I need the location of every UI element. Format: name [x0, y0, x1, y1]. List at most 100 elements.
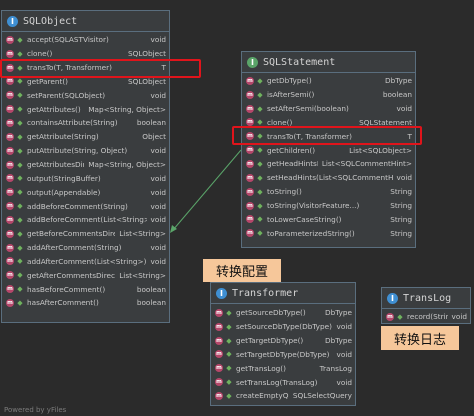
class-title: TransLog: [403, 292, 452, 304]
method-name: getBeforeCommentsDirect(): [27, 229, 116, 239]
sqlobject-header: I SQLObject: [2, 11, 169, 32]
public-visibility-icon: ◆: [226, 322, 232, 331]
method-row[interactable]: m ◆ getAttributes() Map<String, Object>: [2, 102, 169, 116]
method-row[interactable]: m ◆ setTargetDbType(DbType) void: [211, 348, 355, 362]
method-name: setParent(SQLObject): [27, 90, 106, 100]
interface-icon: I: [7, 15, 18, 27]
method-icon: m: [6, 202, 14, 211]
method-row[interactable]: m ◆ setTransLog(TransLog) void: [211, 375, 355, 389]
method-row[interactable]: m ◆ toParameterizedString() String: [242, 226, 415, 240]
method-row[interactable]: m ◆ addBeforeComment(String) void: [2, 199, 169, 213]
method-return-type: void: [150, 35, 166, 45]
transformer-class[interactable]: I Transformer m ◆ getSourceDbType() DbType m…: [210, 282, 356, 406]
method-return-type: void: [150, 215, 166, 225]
method-return-type: boolean: [382, 90, 412, 100]
method-icon: m: [246, 201, 254, 210]
public-visibility-icon: ◆: [226, 391, 232, 400]
method-return-type: void: [150, 243, 166, 253]
method-row[interactable]: m ◆ getAttribute(String) Object: [2, 130, 169, 144]
method-name: setAfterSemi(boolean): [267, 104, 349, 114]
method-name: getDbType(): [267, 76, 312, 86]
method-row[interactable]: m ◆ accept(SQLASTVisitor) void: [2, 33, 169, 47]
method-return-type: List<SQLObject>: [349, 145, 412, 155]
method-icon: m: [215, 336, 223, 345]
method-return-type: List<String>: [119, 229, 166, 239]
method-icon: m: [246, 90, 254, 99]
method-name: createEmptyQuery(): [236, 391, 289, 401]
method-row[interactable]: m ◆ output(StringBuffer) void: [2, 171, 169, 185]
method-row[interactable]: m ◆ setAfterSemi(boolean) void: [242, 102, 415, 116]
public-visibility-icon: ◆: [257, 187, 263, 196]
method-icon: m: [6, 160, 14, 169]
method-row[interactable]: m ◆ getTargetDbType() DbType: [211, 334, 355, 348]
public-visibility-icon: ◆: [17, 229, 23, 238]
public-visibility-icon: ◆: [17, 271, 23, 280]
method-row[interactable]: m ◆ getSourceDbType() DbType: [211, 306, 355, 320]
translog-class[interactable]: I TransLog m◆ record(String)void: [381, 287, 471, 324]
method-name: getAttributesDirect(): [27, 160, 84, 170]
public-visibility-icon: ◆: [17, 257, 23, 266]
method-icon: m: [246, 159, 254, 168]
method-row[interactable]: m ◆ addBeforeComment(List<String>) void: [2, 213, 169, 227]
class-title: SQLObject: [23, 15, 78, 27]
public-visibility-icon: ◆: [226, 308, 232, 317]
method-name: getHeadHintsDirect(): [267, 159, 318, 169]
method-row[interactable]: m ◆ getChildren() List<SQLObject>: [242, 143, 415, 157]
method-return-type: SQLSelectQuery: [292, 391, 352, 401]
sqlstatement-class[interactable]: I SQLStatement m ◆ getDbType() DbType m ◆ isAf…: [241, 51, 416, 248]
public-visibility-icon: ◆: [17, 243, 23, 252]
method-icon: m: [6, 229, 14, 238]
method-name: toString(): [267, 187, 302, 197]
highlight-sqlobject-transto: [0, 59, 201, 78]
method-name: setHeadHints(List<SQLCommentHint>): [267, 173, 393, 183]
method-return-type: String: [390, 214, 412, 224]
method-icon: m: [6, 174, 14, 183]
method-icon: m: [6, 188, 14, 197]
method-icon: m: [6, 298, 14, 307]
method-row[interactable]: m◆ record(String)void: [382, 310, 470, 324]
method-row[interactable]: m◆ createEmptyQuery()SQLSelectQuery: [211, 389, 355, 403]
method-row[interactable]: m ◆ getDbType() DbType: [242, 74, 415, 88]
method-return-type: void: [396, 104, 412, 114]
method-row[interactable]: m ◆ getTransLog() TransLog: [211, 361, 355, 375]
method-row[interactable]: m ◆ hasBeforeComment() boolean: [2, 282, 169, 296]
method-row[interactable]: m ◆ isAfterSemi() boolean: [242, 88, 415, 102]
method-name: addBeforeComment(List<String>): [27, 215, 147, 225]
method-name: getChildren(): [267, 145, 316, 155]
method-return-type: SQLObject: [128, 76, 166, 86]
public-visibility-icon: ◆: [257, 90, 263, 99]
method-row[interactable]: m ◆ toLowerCaseString() String: [242, 212, 415, 226]
method-return-type: boolean: [136, 118, 166, 128]
method-row[interactable]: m ◆ putAttribute(String, Object) void: [2, 144, 169, 158]
public-visibility-icon: ◆: [257, 201, 263, 210]
public-visibility-icon: ◆: [17, 49, 23, 58]
method-row[interactable]: m ◆ getAfterCommentsDirect() List<String>: [2, 268, 169, 282]
sqlobject-class[interactable]: I SQLObject m ◆ accept(SQLASTVisitor) void m…: [1, 10, 170, 323]
method-icon: m: [6, 132, 14, 141]
method-row[interactable]: m◆ getHeadHintsDirect()List<SQLCommentHin…: [242, 157, 415, 171]
method-icon: m: [6, 271, 14, 280]
method-name: addBeforeComment(String): [27, 201, 128, 211]
method-row[interactable]: m ◆ setSourceDbType(DbType) void: [211, 320, 355, 334]
method-row[interactable]: m◆ setHeadHints(List<SQLCommentHint>)void: [242, 171, 415, 185]
method-row[interactable]: m ◆ toString(VisitorFeature...) String: [242, 199, 415, 213]
method-row[interactable]: m ◆ hasAfterComment() boolean: [2, 296, 169, 310]
highlight-sqlstatement-transto: [232, 126, 422, 145]
method-name: addAfterComment(List<String>): [27, 256, 147, 266]
method-icon: m: [6, 118, 14, 127]
method-list: m◆ record(String)void: [382, 309, 470, 324]
method-row[interactable]: m ◆ addAfterComment(String) void: [2, 241, 169, 255]
method-icon: m: [6, 243, 14, 252]
method-row[interactable]: m◆ getAttributesDirect() Map<String, Objec…: [2, 158, 169, 172]
method-row[interactable]: m◆ getBeforeCommentsDirect()List<String>: [2, 227, 169, 241]
interface-icon: I: [216, 287, 227, 299]
method-row[interactable]: m ◆ containsAttribute(String) boolean: [2, 116, 169, 130]
method-row[interactable]: m ◆ toString() String: [242, 185, 415, 199]
method-row[interactable]: m ◆ addAfterComment(List<String>) void: [2, 255, 169, 269]
public-visibility-icon: ◆: [17, 215, 23, 224]
method-return-type: String: [390, 201, 412, 211]
method-icon: m: [246, 229, 254, 238]
method-row[interactable]: m ◆ setParent(SQLObject) void: [2, 88, 169, 102]
method-icon: m: [386, 312, 394, 321]
method-row[interactable]: m ◆ output(Appendable) void: [2, 185, 169, 199]
